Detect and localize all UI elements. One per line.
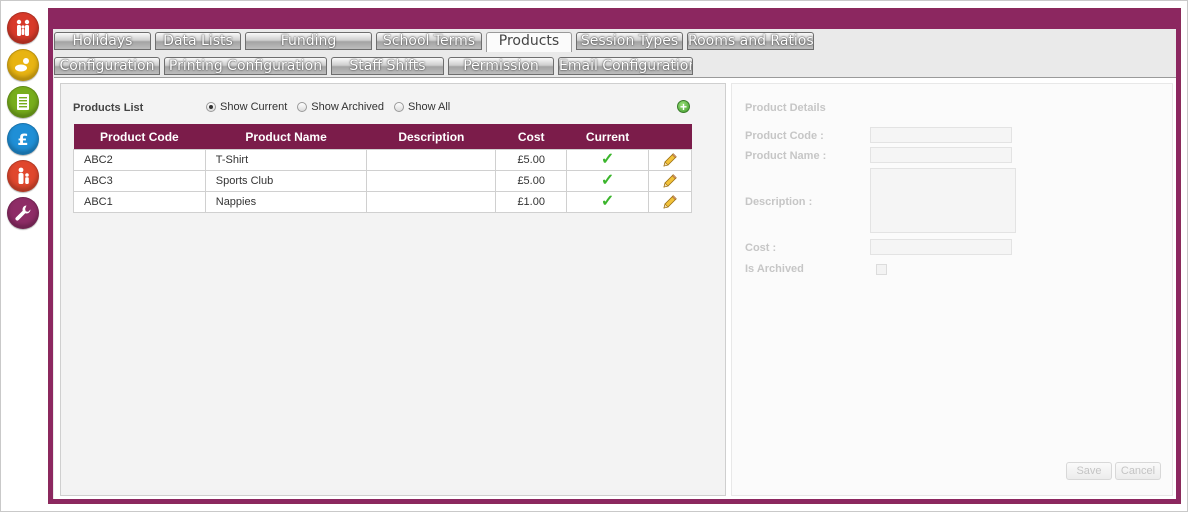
- show-current-radio[interactable]: Show Current: [206, 101, 287, 113]
- cost-label: Cost :: [745, 242, 777, 254]
- description-textarea[interactable]: [870, 168, 1016, 233]
- edit-cell[interactable]: [648, 170, 692, 192]
- cell-product-name: Sports Club: [204, 170, 368, 192]
- wrench-icon[interactable]: [7, 197, 39, 229]
- edit-cell[interactable]: [648, 149, 692, 171]
- column-header-product-code[interactable]: Product Code: [73, 124, 206, 150]
- pencil-edit-icon[interactable]: [662, 152, 678, 168]
- column-header-current[interactable]: Current: [566, 124, 649, 150]
- show-all-label: Show All: [408, 101, 451, 113]
- cell-current: ✓: [566, 149, 650, 171]
- column-header-product-name[interactable]: Product Name: [205, 124, 367, 150]
- show-archived-label: Show Archived: [311, 101, 385, 113]
- table-row[interactable]: ABC2 T-Shirt £5.00 ✓: [73, 149, 692, 171]
- main-frame: Holidays Data Lists Funding School Terms…: [48, 8, 1181, 504]
- cell-cost: £1.00: [495, 191, 568, 213]
- cancel-button[interactable]: Cancel: [1115, 462, 1161, 480]
- show-archived-radio[interactable]: Show Archived: [297, 101, 384, 113]
- table-header-row: Product Code Product Name Description Co…: [73, 124, 692, 150]
- radio-dot[interactable]: [394, 102, 405, 112]
- cell-product-name: Nappies: [204, 191, 368, 213]
- cell-description: [366, 170, 497, 192]
- cell-description: [366, 191, 497, 213]
- products-list-panel: Products List Show Current Show Archived…: [60, 83, 726, 496]
- pound-sterling-icon[interactable]: £: [7, 123, 39, 155]
- product-name-label: Product Name :: [745, 150, 827, 162]
- tab-printing-configuration[interactable]: Printing Configuration: [164, 57, 327, 75]
- cell-current: ✓: [566, 170, 650, 192]
- cell-product-code: ABC1: [73, 191, 206, 213]
- document-list-icon[interactable]: [7, 86, 39, 118]
- tabs-row-2: Configuration Printing Configuration Sta…: [54, 57, 697, 77]
- add-product-icon[interactable]: +: [677, 100, 690, 113]
- tab-staff-shifts[interactable]: Staff Shifts: [331, 57, 444, 75]
- tab-products[interactable]: Products: [486, 32, 572, 52]
- description-label: Description :: [745, 196, 813, 208]
- check-icon: ✓: [600, 193, 615, 210]
- child-parent-icon[interactable]: [7, 160, 39, 192]
- cost-field[interactable]: [870, 239, 1012, 255]
- column-header-cost[interactable]: Cost: [495, 124, 567, 150]
- cell-product-name: T-Shirt: [204, 149, 368, 171]
- cell-cost: £5.00: [495, 170, 568, 192]
- frame-inner: Holidays Data Lists Funding School Terms…: [53, 29, 1176, 499]
- tab-school-terms[interactable]: School Terms: [376, 32, 482, 50]
- svg-text:£: £: [17, 130, 28, 149]
- cell-current: ✓: [566, 191, 650, 213]
- products-table: Product Code Product Name Description Co…: [73, 124, 692, 213]
- product-details-title: Product Details: [745, 102, 826, 114]
- tabs-row-1: Holidays Data Lists Funding School Terms…: [54, 32, 818, 52]
- tab-configuration[interactable]: Configuration: [54, 57, 160, 75]
- products-list-title: Products List: [73, 102, 144, 114]
- product-name-field[interactable]: [870, 147, 1012, 163]
- tab-holidays[interactable]: Holidays: [54, 32, 151, 50]
- table-row[interactable]: ABC3 Sports Club £5.00 ✓: [73, 170, 692, 192]
- product-code-field[interactable]: [870, 127, 1012, 143]
- column-header-description[interactable]: Description: [366, 124, 496, 150]
- is-archived-label: Is Archived: [745, 263, 804, 275]
- edit-cell[interactable]: [648, 191, 692, 213]
- table-row[interactable]: ABC1 Nappies £1.00 ✓: [73, 191, 692, 213]
- content-area: Products List Show Current Show Archived…: [54, 77, 1176, 499]
- tab-session-types[interactable]: Session Types: [576, 32, 683, 50]
- cell-product-code: ABC3: [73, 170, 206, 192]
- tab-data-lists[interactable]: Data Lists: [155, 32, 241, 50]
- column-header-actions: [648, 124, 692, 150]
- tab-permission[interactable]: Permission: [448, 57, 554, 75]
- tab-rooms-and-ratios[interactable]: Rooms and Ratios: [687, 32, 814, 50]
- save-button[interactable]: Save: [1066, 462, 1112, 480]
- product-code-label: Product Code :: [745, 130, 824, 142]
- radio-dot-checked[interactable]: [206, 102, 216, 112]
- cell-cost: £5.00: [495, 149, 568, 171]
- tab-email-configuration[interactable]: Email Configuration: [558, 57, 693, 75]
- show-all-radio[interactable]: Show All: [394, 101, 450, 113]
- check-icon: ✓: [600, 151, 615, 168]
- sidebar: £: [7, 12, 39, 234]
- is-archived-checkbox[interactable]: [876, 264, 887, 275]
- radio-dot[interactable]: [297, 102, 308, 112]
- show-current-label: Show Current: [220, 101, 288, 113]
- baby-icon[interactable]: [7, 49, 39, 81]
- tab-funding[interactable]: Funding: [245, 32, 372, 50]
- check-icon: ✓: [600, 172, 615, 189]
- product-details-panel: Product Details Product Code : Product N…: [731, 83, 1173, 496]
- pencil-edit-icon[interactable]: [662, 173, 678, 189]
- filter-radio-group: Show Current Show Archived Show All: [206, 101, 460, 113]
- family-icon[interactable]: [7, 12, 39, 44]
- cell-description: [366, 149, 497, 171]
- cell-product-code: ABC2: [73, 149, 206, 171]
- pencil-edit-icon[interactable]: [662, 194, 678, 210]
